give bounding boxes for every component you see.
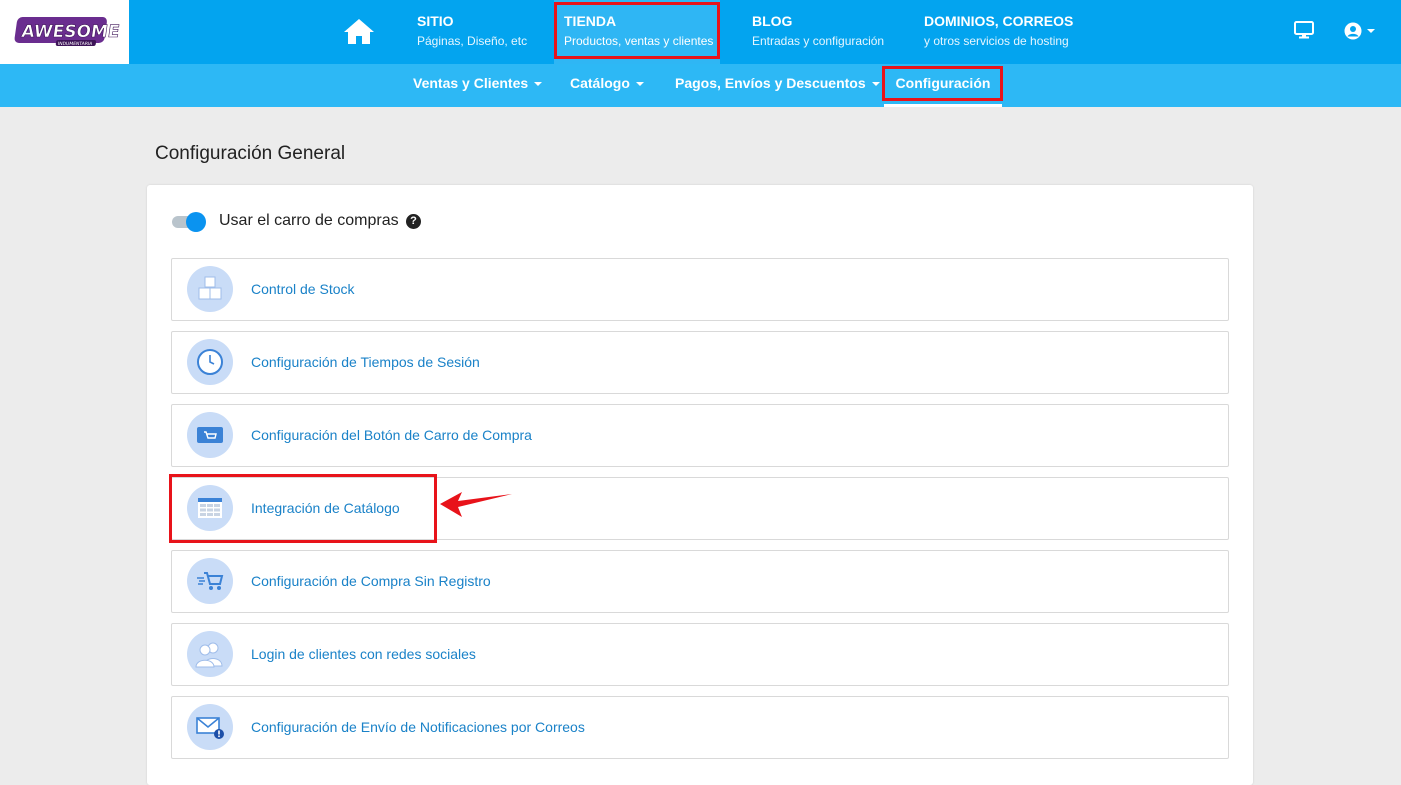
page-title: Configuración General [155,143,346,164]
option-label: Configuración de Envío de Notificaciones… [251,719,585,735]
monitor-icon[interactable] [1294,21,1314,44]
cart-button-icon [187,412,233,458]
nav-blog[interactable]: BLOG Entradas y configuración [752,0,884,64]
option-integracion-catalogo[interactable]: Integración de Catálogo [171,477,1229,540]
option-label: Integración de Catálogo [251,500,400,516]
toggle-knob [186,212,206,232]
chevron-down-icon [534,82,543,87]
option-compra-sin-registro[interactable]: Configuración de Compra Sin Registro [171,550,1229,613]
nav-dominios-title: DOMINIOS, CORREOS [924,13,1074,29]
fast-cart-icon [187,558,233,604]
chevron-down-icon [1367,29,1375,33]
clock-icon [187,339,233,385]
option-tiempos-sesion[interactable]: Configuración de Tiempos de Sesión [171,331,1229,394]
sub-navbar: Ventas y Clientes Catálogo Pagos, Envíos… [0,64,1401,107]
option-notificaciones-correos[interactable]: Configuración de Envío de Notificaciones… [171,696,1229,759]
mail-alert-icon [187,704,233,750]
option-control-stock[interactable]: Control de Stock [171,258,1229,321]
nav-blog-subtitle: Entradas y configuración [752,34,885,48]
subnav-ventas-clientes-label: Ventas y Clientes [413,75,529,91]
subnav-configuracion-label: Configuración [895,75,991,91]
red-arrow-pointer [440,492,512,517]
cart-toggle-label: Usar el carro de compras [219,212,399,229]
nav-sitio[interactable]: SITIO Páginas, Diseño, etc [417,0,527,64]
chevron-down-icon [635,82,644,87]
nav-sitio-title: SITIO [417,13,454,29]
home-icon [344,19,374,44]
nav-tienda-title: TIENDA [564,13,617,29]
top-navbar: AWESOME INDUMENTARIA SITIO Páginas, Dise… [0,0,1401,64]
option-label: Control de Stock [251,281,355,297]
nav-tienda[interactable]: TIENDA Productos, ventas y clientes [554,0,720,64]
nav-sitio-subtitle: Páginas, Diseño, etc [417,34,528,48]
users-icon [187,631,233,677]
svg-text:INDUMENTARIA: INDUMENTARIA [57,41,93,47]
option-label: Configuración de Compra Sin Registro [251,573,491,589]
boxes-icon [187,266,233,312]
subnav-configuracion[interactable]: Configuración [884,64,1002,107]
cart-toggle-switch[interactable] [172,212,206,232]
nav-tienda-subtitle: Productos, ventas y clientes [564,34,714,48]
user-account-icon [1344,22,1362,40]
subnav-catalogo[interactable]: Catálogo [570,64,644,107]
option-label: Login de clientes con redes sociales [251,646,476,662]
subnav-ventas-clientes[interactable]: Ventas y Clientes [413,64,543,107]
catalog-table-icon [187,485,233,531]
nav-dominios-subtitle: y otros servicios de hosting [924,34,1069,48]
nav-blog-title: BLOG [752,13,793,29]
option-boton-carro[interactable]: Configuración del Botón de Carro de Comp… [171,404,1229,467]
home-button[interactable] [340,13,378,49]
subnav-catalogo-label: Catálogo [570,75,630,91]
option-label: Configuración de Tiempos de Sesión [251,354,480,370]
brand-logo[interactable]: AWESOME INDUMENTARIA [0,0,129,64]
chevron-down-icon [871,82,880,87]
help-icon[interactable]: ? [406,214,421,229]
option-label: Configuración del Botón de Carro de Comp… [251,427,532,443]
subnav-pagos-envios-label: Pagos, Envíos y Descuentos [675,75,866,91]
user-menu[interactable] [1344,22,1375,40]
option-login-redes-sociales[interactable]: Login de clientes con redes sociales [171,623,1229,686]
nav-dominios[interactable]: DOMINIOS, CORREOS y otros servicios de h… [924,0,1073,64]
svg-text:AWESOME: AWESOME [20,22,121,42]
subnav-pagos-envios[interactable]: Pagos, Envíos y Descuentos [675,64,880,107]
